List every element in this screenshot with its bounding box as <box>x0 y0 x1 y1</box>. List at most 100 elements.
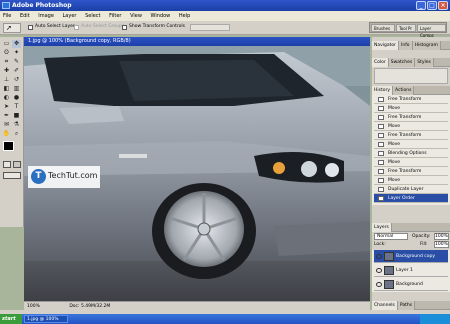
menu-select[interactable]: Select <box>85 13 100 19</box>
brush-tool-icon[interactable]: ✐ <box>12 67 21 75</box>
history-state-icon <box>378 160 384 165</box>
opacity-value[interactable]: 100% <box>434 233 449 240</box>
gradient-tool-icon[interactable]: ▥ <box>12 85 21 93</box>
menu-file[interactable]: File <box>3 13 11 19</box>
move-tool-icon[interactable]: ✥ <box>12 40 21 48</box>
tab-navigator[interactable]: Navigator <box>372 41 400 50</box>
tab-history[interactable]: History <box>372 86 394 95</box>
layer-name: Layer 1 <box>396 268 413 273</box>
quick-mask-icon[interactable] <box>13 161 21 168</box>
eyedropper-tool-icon[interactable]: ⚗ <box>12 121 21 129</box>
layer-row[interactable]: Background <box>374 278 448 291</box>
shape-tool-icon[interactable]: ■ <box>12 112 21 120</box>
menu-image[interactable]: Image <box>38 13 54 19</box>
history-item-label: Free Transform <box>388 133 422 138</box>
fill-value[interactable]: 100% <box>434 241 449 248</box>
history-item[interactable]: Move <box>374 140 448 149</box>
tab-styles[interactable]: Styles <box>415 58 434 67</box>
screen-mode-icon[interactable] <box>3 172 21 179</box>
history-item[interactable]: Duplicate Layer <box>374 185 448 194</box>
eye-icon[interactable] <box>376 268 382 273</box>
history-item-label: Free Transform <box>388 169 422 174</box>
menu-view[interactable]: View <box>130 13 142 19</box>
history-item[interactable]: Move <box>374 104 448 113</box>
history-state-icon <box>378 151 384 156</box>
tab-color[interactable]: Color <box>372 58 389 67</box>
history-item[interactable]: Free Transform <box>374 167 448 176</box>
pen-tool-icon[interactable]: ✒ <box>2 112 11 120</box>
eye-icon[interactable] <box>376 282 382 287</box>
marquee-tool-icon[interactable]: ▭ <box>2 40 11 48</box>
menu-filter[interactable]: Filter <box>109 13 121 19</box>
history-item[interactable]: Free Transform <box>374 113 448 122</box>
panel-column: Navigator Info Histogram Color Swatches Styl… <box>372 37 450 310</box>
well-tab-brushes[interactable]: Brushes <box>371 24 395 32</box>
layer-row[interactable]: Background copy <box>374 250 448 263</box>
history-brush-tool-icon[interactable]: ↺ <box>12 76 21 84</box>
tab-actions[interactable]: Actions <box>393 86 415 95</box>
close-icon[interactable]: × <box>438 1 448 10</box>
canvas-photo-car[interactable]: T TechTut.com <box>24 46 370 301</box>
history-item[interactable]: Blending Options <box>374 149 448 158</box>
maximize-icon[interactable]: □ <box>427 1 437 10</box>
tab-info[interactable]: Info <box>399 41 413 50</box>
menu-window[interactable]: Window <box>151 13 171 19</box>
history-state-icon <box>378 142 384 147</box>
menu-edit[interactable]: Edit <box>20 13 30 19</box>
align-buttons[interactable] <box>190 24 230 31</box>
history-state-icon <box>378 178 384 183</box>
history-panel-tabs: History Actions <box>372 86 450 95</box>
slice-tool-icon[interactable]: ✎ <box>12 58 21 66</box>
auto-select-layer-checkbox[interactable] <box>28 25 33 30</box>
type-tool-icon[interactable]: T <box>12 103 21 111</box>
zoom-tool-icon[interactable]: ⌕ <box>12 130 21 138</box>
history-item-label: Move <box>388 160 401 165</box>
clone-stamp-tool-icon[interactable]: ⊥ <box>2 76 11 84</box>
history-item[interactable]: Move <box>374 176 448 185</box>
tool-preset-picker[interactable]: ➚ <box>3 23 21 33</box>
history-item[interactable]: Free Transform <box>374 131 448 140</box>
well-tab-tool-presets[interactable]: Tool Pr <box>396 24 416 32</box>
layer-row[interactable]: Layer 1 <box>374 264 448 277</box>
history-state-icon <box>378 169 384 174</box>
tab-channels[interactable]: Channels <box>372 301 398 310</box>
menu-bar: File Edit Image Layer Select Filter View… <box>0 11 450 21</box>
tab-histogram[interactable]: Histogram <box>412 41 441 50</box>
healing-brush-tool-icon[interactable]: ✚ <box>2 67 11 75</box>
auto-select-groups-checkbox[interactable] <box>74 25 79 30</box>
well-tab-layer-comps[interactable]: Layer Comps <box>417 24 446 38</box>
eye-icon[interactable] <box>376 254 382 259</box>
document-title: 1.jpg @ 100% (Background copy, RGB/8) <box>28 38 131 44</box>
taskbar-photoshop-task[interactable]: 1.jpg @ 100% <box>24 315 68 323</box>
history-item[interactable]: Free Transform <box>374 95 448 104</box>
show-transform-controls-checkbox[interactable] <box>122 25 127 30</box>
zoom-level[interactable]: 100% <box>27 304 40 309</box>
history-item-label: Move <box>388 142 401 147</box>
standard-mode-icon[interactable] <box>3 161 11 168</box>
app-title: Adobe Photoshop <box>12 2 72 9</box>
history-item[interactable]: Move <box>374 122 448 131</box>
notes-tool-icon[interactable]: ✉ <box>2 121 11 129</box>
start-button[interactable]: start <box>0 314 22 324</box>
minimize-icon[interactable]: _ <box>416 1 426 10</box>
auto-select-groups-label: Auto Select Groups <box>81 24 125 29</box>
magic-wand-tool-icon[interactable]: ✦ <box>12 49 21 57</box>
crop-tool-icon[interactable]: ⌗ <box>2 58 11 66</box>
eraser-tool-icon[interactable]: ◧ <box>2 85 11 93</box>
tab-layers[interactable]: Layers <box>372 223 392 232</box>
tab-swatches[interactable]: Swatches <box>388 58 416 67</box>
menu-layer[interactable]: Layer <box>63 13 77 19</box>
foreground-color-swatch[interactable] <box>3 141 14 151</box>
lasso-tool-icon[interactable]: ʘ <box>2 49 11 57</box>
history-item[interactable]: Layer Order <box>374 194 448 203</box>
document-status-bar: 100% Doc: 5.49M/32.2M <box>24 301 370 310</box>
history-item[interactable]: Move <box>374 158 448 167</box>
tab-paths[interactable]: Paths <box>397 301 416 310</box>
layer-thumbnail <box>384 252 394 261</box>
hand-tool-icon[interactable]: ✋ <box>2 130 11 138</box>
dodge-tool-icon[interactable]: ● <box>12 94 21 102</box>
path-selection-tool-icon[interactable]: ➤ <box>2 103 11 111</box>
blur-tool-icon[interactable]: ◐ <box>2 94 11 102</box>
menu-help[interactable]: Help <box>179 13 190 19</box>
blend-mode-select[interactable]: Normal <box>374 233 408 240</box>
